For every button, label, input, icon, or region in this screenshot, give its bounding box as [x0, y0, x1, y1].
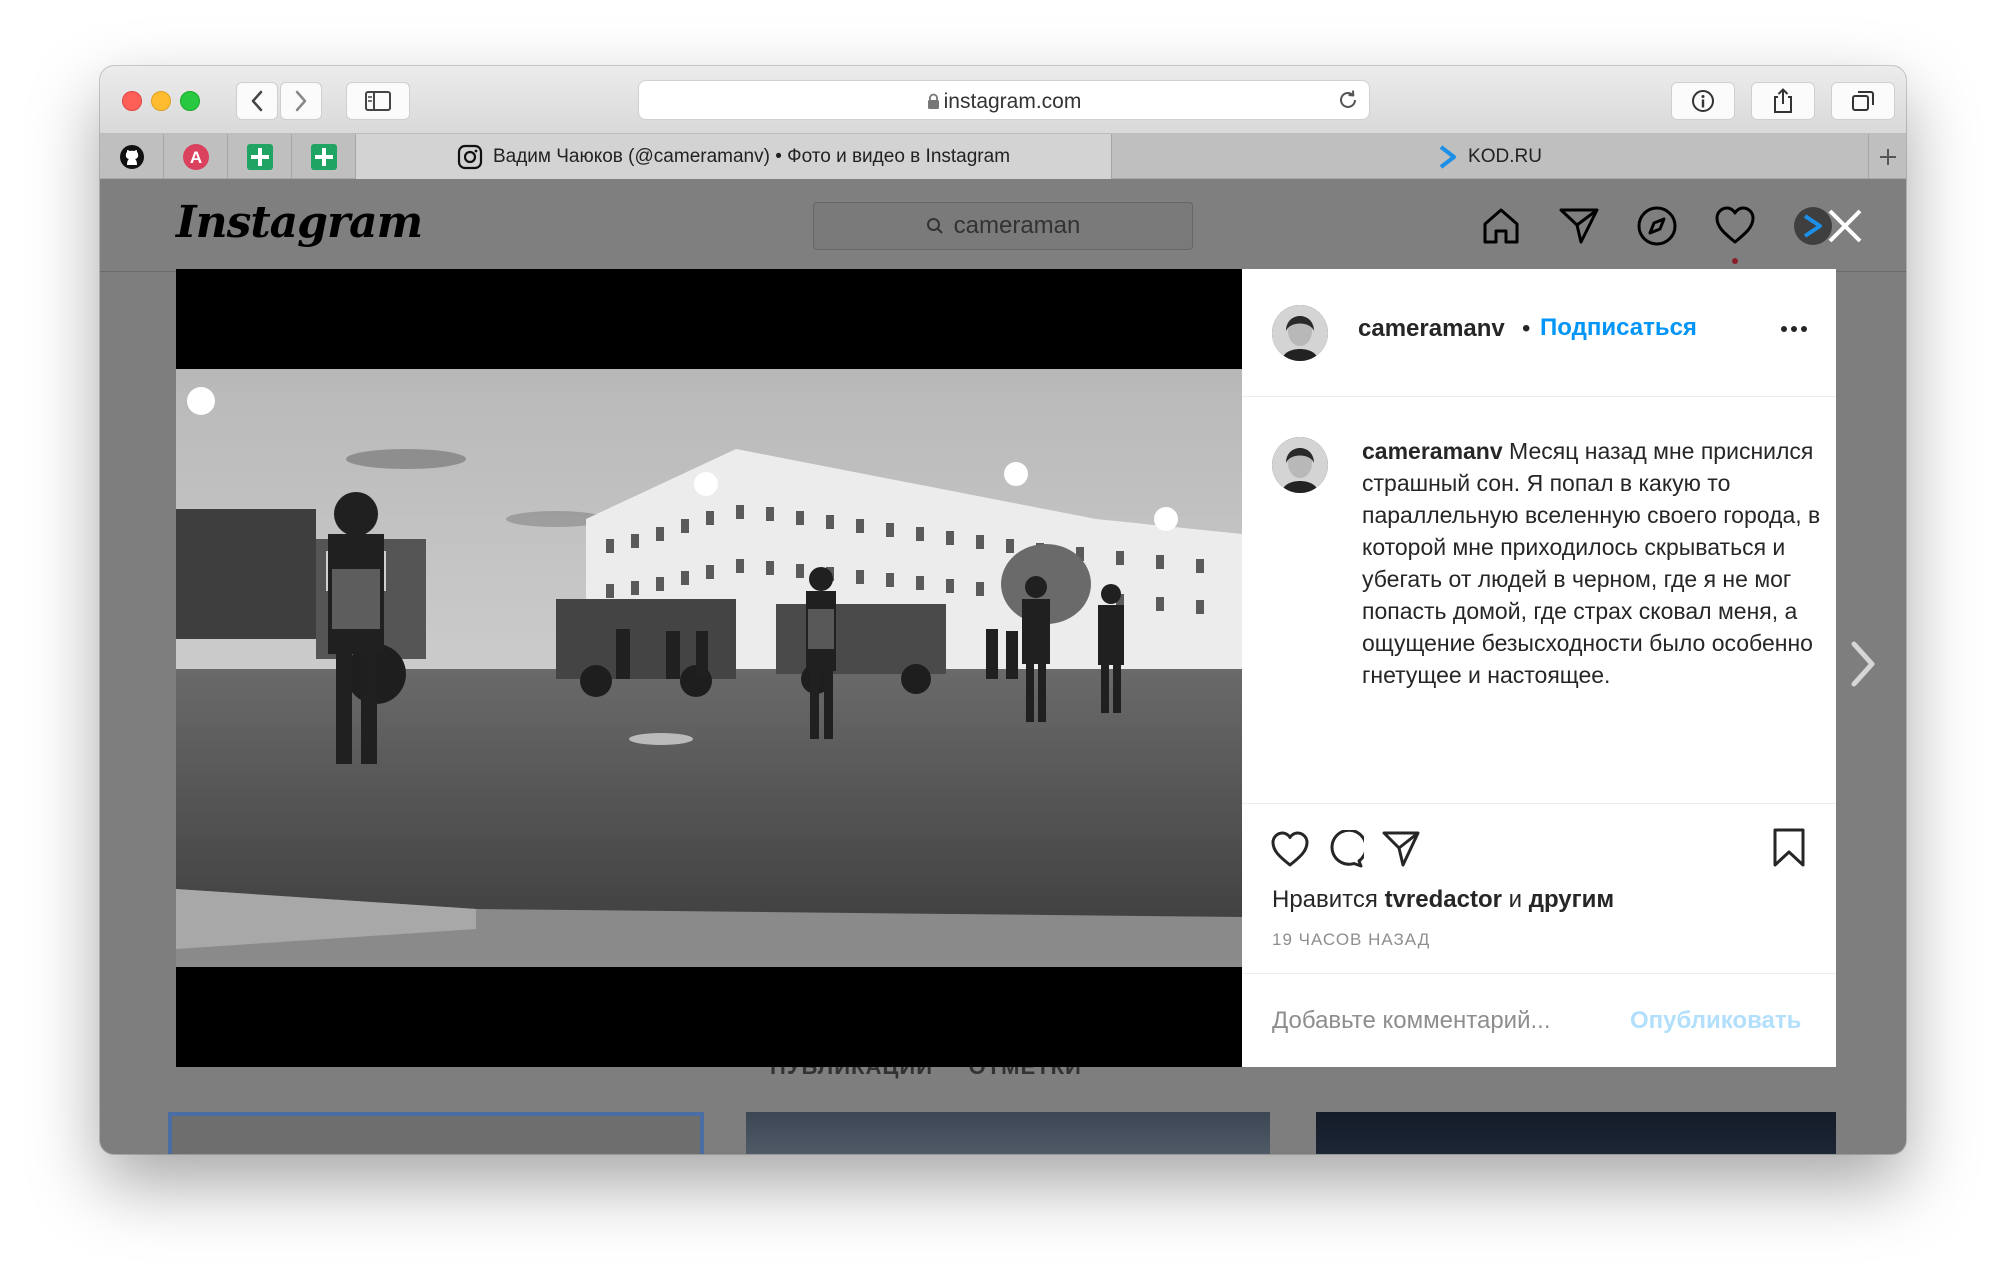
- share-icon: [1774, 88, 1792, 113]
- likes-summary: Нравится tvredactor и другим: [1272, 886, 1614, 914]
- likes-user-link[interactable]: tvredactor: [1385, 886, 1502, 913]
- browser-toolbar: instagram.com: [100, 66, 1906, 134]
- zoom-window-button[interactable]: [180, 91, 200, 111]
- info-icon: [1692, 90, 1714, 112]
- likes-others-link[interactable]: другим: [1529, 886, 1614, 913]
- direct-icon[interactable]: [1558, 205, 1600, 247]
- comment-input[interactable]: [1272, 1004, 1612, 1038]
- post-caption: cameramanv Месяц назад мне приснился стр…: [1362, 435, 1822, 691]
- user-avatar-icon: [1272, 305, 1328, 361]
- forward-button[interactable]: [280, 82, 322, 120]
- chevron-right-icon: [295, 90, 307, 112]
- minimize-window-button[interactable]: [151, 91, 171, 111]
- post-photo[interactable]: [176, 369, 1242, 967]
- like-heart-icon[interactable]: [1270, 830, 1310, 868]
- svg-text:A: A: [189, 148, 201, 167]
- chevron-left-icon: [251, 90, 263, 112]
- lock-icon: [927, 93, 939, 109]
- pinned-tab-plus-2[interactable]: [292, 134, 356, 179]
- post-timestamp[interactable]: 19 ЧАСОВ НАЗАД: [1272, 930, 1430, 950]
- close-icon[interactable]: [1826, 207, 1864, 245]
- activity-heart-icon[interactable]: [1714, 205, 1756, 247]
- instagram-logo[interactable]: Instagram: [176, 197, 423, 248]
- user-avatar-icon: [1272, 437, 1328, 493]
- pinned-tab-github[interactable]: [100, 134, 164, 179]
- tabs-overview-icon: [1852, 91, 1874, 111]
- address-bar[interactable]: instagram.com: [638, 80, 1370, 120]
- notification-dot: [1732, 258, 1738, 264]
- grid-thumbnail[interactable]: [746, 1112, 1270, 1154]
- home-icon[interactable]: [1480, 205, 1522, 247]
- post-sidebar: cameramanv • Подписаться cameramanv Меся…: [1242, 269, 1836, 1067]
- a-letter-icon: A: [182, 143, 209, 170]
- search-text: cameraman: [953, 212, 1081, 239]
- green-plus-icon: [310, 143, 337, 170]
- likes-and: и: [1501, 886, 1529, 913]
- next-post-chevron-icon[interactable]: [1848, 639, 1878, 689]
- explore-icon[interactable]: [1636, 205, 1678, 247]
- new-tab-button[interactable]: [1868, 134, 1906, 179]
- close-window-button[interactable]: [122, 91, 142, 111]
- instagram-header: Instagram cameraman: [100, 179, 1906, 272]
- green-plus-icon: [246, 143, 273, 170]
- back-button[interactable]: [236, 82, 278, 120]
- sidebar-icon: [365, 91, 391, 111]
- caption-username[interactable]: cameramanv: [1362, 438, 1503, 464]
- page-content: Instagram cameraman ПУБЛИКАЦИИ ОТМЕТКИ: [100, 179, 1906, 1154]
- tab-overview-button[interactable]: [1831, 82, 1895, 120]
- post-username[interactable]: cameramanv: [1358, 315, 1505, 343]
- avatar[interactable]: [1272, 437, 1328, 493]
- browser-window: instagram.com A Вадим Чаюков (@cameraman…: [100, 66, 1906, 1154]
- add-comment-row: Опубликовать: [1242, 973, 1836, 1067]
- tab-kod[interactable]: KOD.RU: [1112, 134, 1868, 179]
- avatar[interactable]: [1272, 305, 1328, 361]
- post-header: cameramanv • Подписаться: [1242, 269, 1836, 397]
- address-url: instagram.com: [943, 90, 1082, 113]
- share-button[interactable]: [1751, 82, 1815, 120]
- reload-icon[interactable]: [1337, 89, 1359, 111]
- publish-button[interactable]: Опубликовать: [1630, 1007, 1801, 1035]
- github-icon: [119, 144, 144, 169]
- separator-dot: •: [1522, 315, 1531, 342]
- grid-thumbnail[interactable]: [1316, 1112, 1836, 1154]
- grid-thumbnail[interactable]: [168, 1112, 704, 1154]
- search-box[interactable]: cameraman: [813, 202, 1193, 250]
- info-button[interactable]: [1671, 82, 1735, 120]
- plus-icon: [1879, 148, 1896, 165]
- comment-icon[interactable]: [1326, 830, 1364, 868]
- tab-instagram[interactable]: Вадим Чаюков (@cameramanv) • Фото и виде…: [356, 134, 1112, 179]
- tab-title: Вадим Чаюков (@cameramanv) • Фото и виде…: [492, 145, 1011, 167]
- search-icon: [926, 218, 943, 234]
- tab-bar: A Вадим Чаюков (@cameramanv) • Фото и ви…: [100, 134, 1906, 179]
- address-text: instagram.com: [639, 90, 1369, 114]
- caption-text: Месяц назад мне приснился страшный сон. …: [1362, 438, 1821, 688]
- post-actions: Нравится tvredactor и другим 19 ЧАСОВ НА…: [1242, 803, 1836, 973]
- follow-button[interactable]: Подписаться: [1540, 314, 1697, 342]
- sidebar-toggle-button[interactable]: [346, 82, 410, 120]
- more-options-icon[interactable]: [1780, 325, 1808, 333]
- kod-chevron-icon: [1439, 144, 1457, 169]
- post-modal: cameramanv • Подписаться cameramanv Меся…: [176, 269, 1836, 1067]
- instagram-icon: [457, 144, 483, 169]
- likes-prefix: Нравится: [1272, 886, 1385, 913]
- tab-title: KOD.RU: [1468, 145, 1542, 167]
- share-direct-icon[interactable]: [1382, 830, 1420, 868]
- bookmark-icon[interactable]: [1772, 828, 1806, 868]
- pinned-tab-plus-1[interactable]: [228, 134, 292, 179]
- pinned-tab-a[interactable]: A: [164, 134, 228, 179]
